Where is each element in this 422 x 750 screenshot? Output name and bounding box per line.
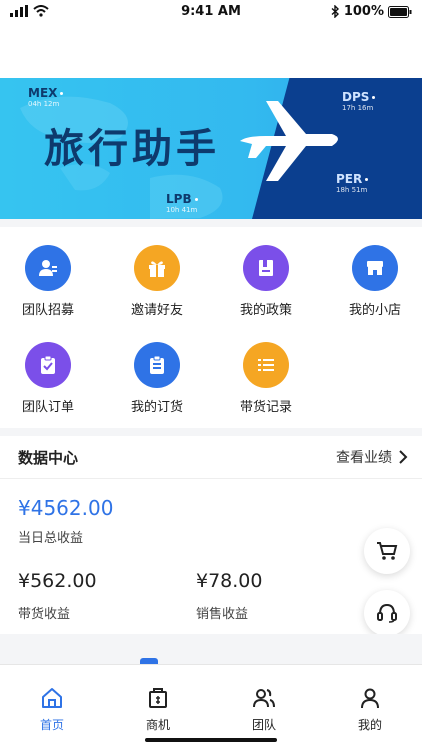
banner-title: 旅行助手 (44, 126, 220, 172)
code-lpb: LPB 10h 41m (166, 192, 198, 214)
goods-earnings-label: 带货收益 (18, 607, 71, 622)
store-icon (352, 245, 398, 291)
code-mex: MEX 04h 12m (28, 86, 64, 108)
tab-team[interactable]: 团队 (224, 687, 304, 733)
data-center-title: 数据中心 (18, 449, 79, 467)
grid-label: 我的政策 (239, 303, 292, 318)
gift-icon (134, 245, 180, 291)
view-performance-label: 查看业绩 (336, 450, 392, 466)
battery-percent: 100% (343, 4, 384, 19)
profile-icon (361, 688, 379, 709)
order-list-icon (134, 342, 180, 388)
chevron-right-icon (399, 450, 408, 464)
grid-item-team-orders[interactable]: 团队订单 (0, 342, 98, 415)
grid-item-invite-friends[interactable]: 邀请好友 (107, 245, 207, 318)
bluetooth-icon (331, 5, 339, 18)
grid-item-my-policy[interactable]: 我的政策 (216, 245, 316, 318)
tab-home[interactable]: 首页 (12, 687, 92, 733)
view-performance-link[interactable]: 查看业绩 (336, 447, 408, 467)
battery-icon (388, 5, 412, 18)
sales-earnings-label: 销售收益 (196, 607, 249, 622)
list-icon (243, 342, 289, 388)
tab-label: 我的 (357, 718, 382, 732)
home-indicator (145, 738, 277, 742)
team-recruit-icon (25, 245, 71, 291)
team-icon (253, 689, 275, 708)
grid-label: 团队招募 (21, 303, 74, 318)
grid-label: 邀请好友 (130, 303, 183, 318)
cart-float-button[interactable] (364, 528, 410, 574)
tab-profile[interactable]: 我的 (330, 687, 410, 733)
section-divider (0, 428, 422, 436)
grid-item-sales-records[interactable]: 带货记录 (216, 342, 316, 415)
section-divider (0, 219, 422, 227)
grid-label: 团队订单 (21, 400, 74, 415)
total-earnings-label: 当日总收益 (18, 531, 84, 546)
code-dps: DPS 17h 16m (342, 90, 376, 112)
grid-item-team-recruit[interactable]: 团队招募 (0, 245, 98, 318)
grid-label: 带货记录 (239, 400, 292, 415)
total-earnings-value: ¥4562.00 (18, 496, 114, 520)
status-bar: 9:41 AM 100% (0, 0, 422, 24)
headset-icon (377, 603, 397, 623)
divider-line (0, 478, 422, 479)
grid-item-my-orders[interactable]: 我的订货 (107, 342, 207, 415)
tab-label: 团队 (251, 718, 276, 732)
home-icon (42, 688, 62, 708)
travel-banner[interactable]: 旅行助手 MEX 04h 12m DPS 17h 16m LPB 10h 41m… (0, 78, 422, 219)
clipboard-check-icon (25, 342, 71, 388)
goods-earnings-value: ¥562.00 (18, 570, 97, 592)
sales-earnings-value: ¥78.00 (196, 570, 263, 592)
business-icon (149, 688, 167, 708)
grid-label: 我的订货 (130, 400, 183, 415)
tab-label: 首页 (39, 718, 64, 732)
grid-label: 我的小店 (348, 303, 401, 318)
tab-label: 商机 (145, 718, 170, 732)
tab-business[interactable]: 商机 (118, 687, 198, 733)
customer-service-float-button[interactable] (364, 590, 410, 636)
airplane-icon (240, 101, 338, 181)
bottom-tab-bar: 首页 商机 团队 我的 (0, 664, 422, 750)
grid-item-my-store[interactable]: 我的小店 (325, 245, 422, 318)
status-right: 100% (331, 4, 412, 19)
policy-book-icon (243, 245, 289, 291)
code-per: PER 18h 51m (336, 172, 369, 194)
cart-icon (377, 542, 398, 560)
